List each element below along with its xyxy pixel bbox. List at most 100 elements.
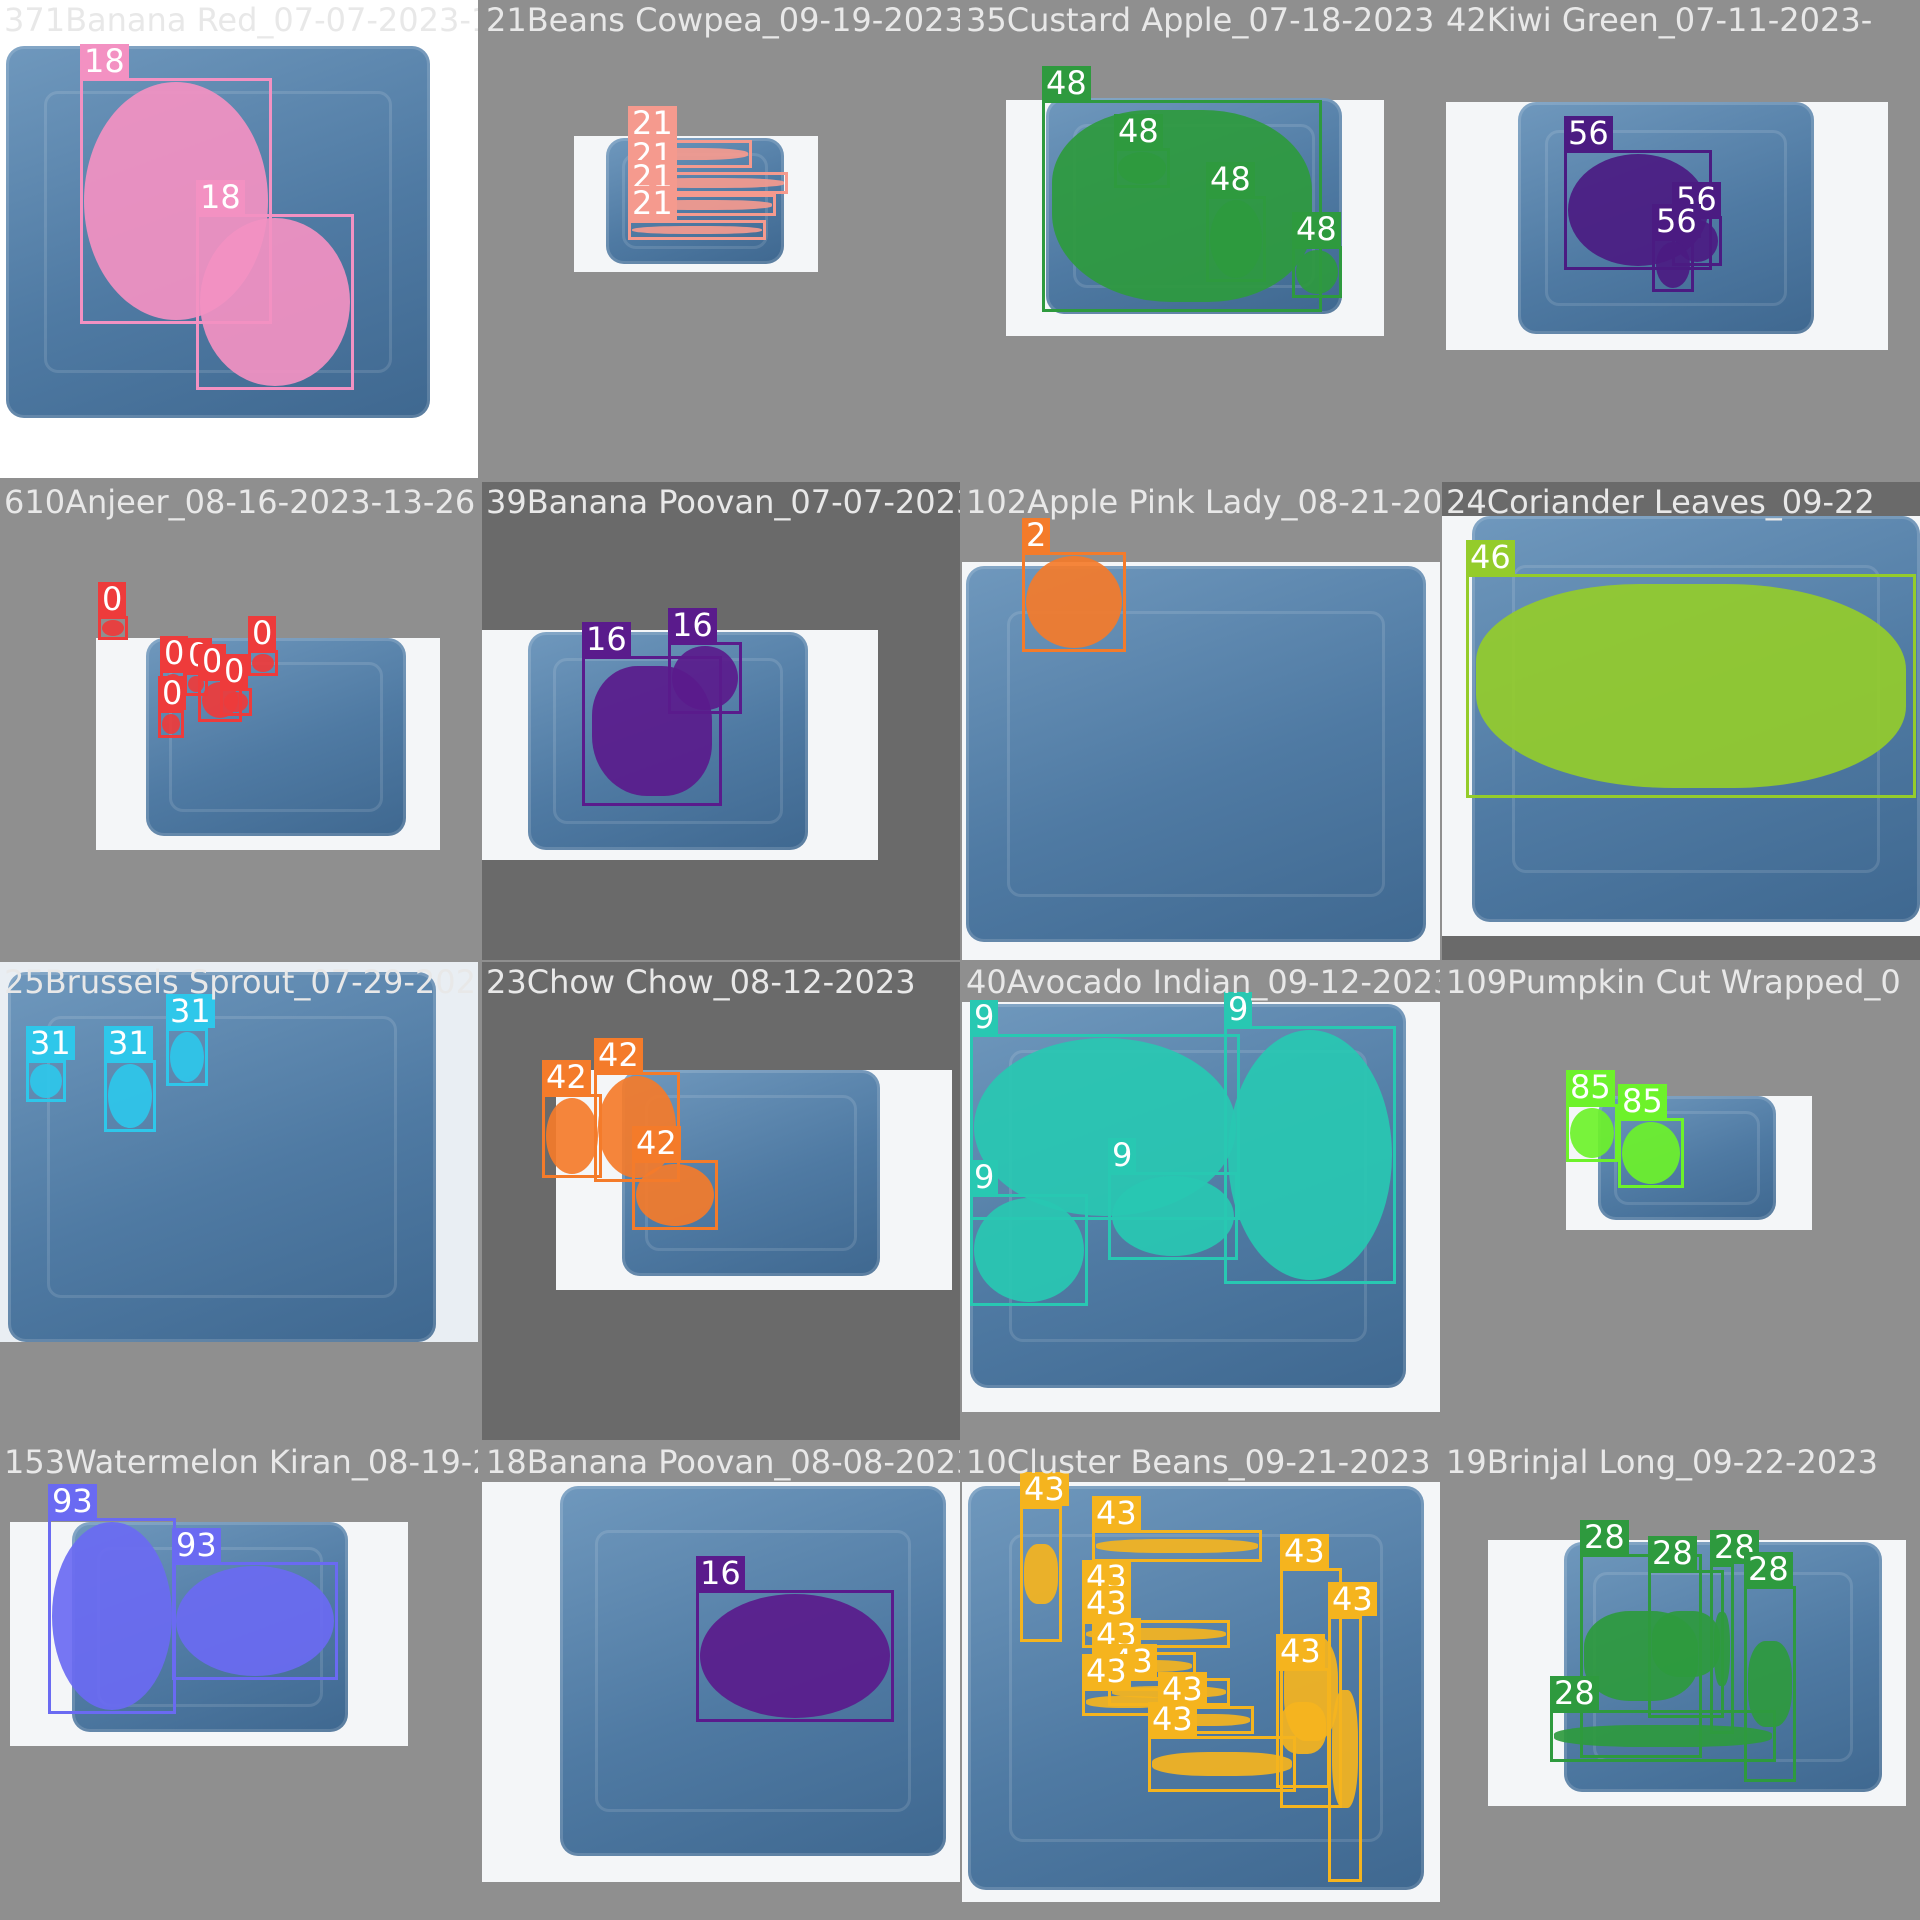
bounding-box xyxy=(628,220,766,240)
class-label-tag: 2 xyxy=(1022,518,1051,552)
tile-watermelon-kiran: 153Watermelon Kiran_08-19-2023 93 93 xyxy=(0,1442,478,1920)
tile-caption: 23Chow Chow_08-12-2023 xyxy=(486,963,916,1001)
class-label-tag: 16 xyxy=(582,622,631,656)
tile-caption: 18Banana Poovan_08-08-2023 xyxy=(486,1443,960,1481)
class-label-tag: 43 xyxy=(1082,1654,1131,1688)
class-label-tag: 48 xyxy=(1206,162,1255,196)
class-label-tag: 48 xyxy=(1114,114,1163,148)
tile-beans-cowpea: 21Beans Cowpea_09-19-2023 21 21 21 21 xyxy=(482,0,960,478)
bounding-box xyxy=(1022,552,1126,652)
bounding-box xyxy=(166,1028,208,1086)
class-label-tag: 0 xyxy=(248,616,277,650)
class-label-tag: 0 xyxy=(220,654,249,688)
bounding-box xyxy=(1020,1506,1062,1642)
tile-caption: 153Watermelon Kiran_08-19-2023 xyxy=(4,1443,478,1481)
class-label-tag: 93 xyxy=(48,1484,97,1518)
class-label-tag: 56 xyxy=(1652,204,1701,238)
class-label-tag: 0 xyxy=(98,582,127,616)
class-label-tag: 42 xyxy=(542,1060,591,1094)
tile-anjeer: 610Anjeer_08-16-2023-13-26 0000000 xyxy=(0,482,478,960)
class-label-tag: 21 xyxy=(628,106,677,140)
class-label-tag: 9 xyxy=(970,1160,999,1194)
tile-coriander-leaves: 24Coriander Leaves_09-22 46 xyxy=(1442,482,1920,960)
class-label-tag: 28 xyxy=(1648,1536,1697,1570)
class-label-tag: 16 xyxy=(668,608,717,642)
class-label-tag: 31 xyxy=(104,1026,153,1060)
bounding-box xyxy=(1206,196,1266,282)
bounding-box xyxy=(970,1194,1088,1306)
bounding-box xyxy=(1292,246,1342,298)
bounding-box xyxy=(98,616,128,640)
bounding-box xyxy=(48,1518,176,1714)
detection-mosaic: 371Banana Red_07-07-2023-12-20-30.70 18 1… xyxy=(0,0,1920,1920)
tile-custard-apple: 35Custard Apple_07-18-2023 48 48 48 48 xyxy=(962,0,1440,478)
tile-kiwi-green: 42Kiwi Green_07-11-2023- 56 56 56 xyxy=(1442,0,1920,478)
tile-cluster-beans: 10Cluster Beans_09-21-2023 43 43 43 43 43 43 4… xyxy=(962,1442,1440,1920)
class-label-tag: 18 xyxy=(80,44,129,78)
bounding-box xyxy=(1148,1736,1296,1792)
bounding-box xyxy=(1566,1104,1618,1162)
bounding-box xyxy=(1710,1564,1734,1734)
tile-banana-poovan: 39Banana Poovan_07-07-2023 16 16 xyxy=(482,482,960,960)
bounding-box xyxy=(668,642,742,714)
bounding-box xyxy=(1224,1026,1396,1284)
tile-caption: 40Avocado Indian_09-12-2023 xyxy=(966,963,1440,1001)
bounding-box xyxy=(1276,1668,1330,1788)
tile-caption: 25Brussels Sprout_07-29-2023 xyxy=(4,963,478,1001)
class-label-tag: 48 xyxy=(1292,212,1341,246)
class-label-tag: 42 xyxy=(594,1038,643,1072)
bounding-box xyxy=(172,1562,338,1680)
class-label-tag: 48 xyxy=(1042,66,1091,100)
tile-caption: 35Custard Apple_07-18-2023 xyxy=(966,1,1435,39)
class-label-tag: 43 xyxy=(1280,1534,1329,1568)
class-label-tag: 9 xyxy=(970,1000,999,1034)
tile-chow-chow: 23Chow Chow_08-12-2023 42 42 42 xyxy=(482,962,960,1440)
bounding-box xyxy=(696,1590,894,1722)
class-label-tag: 31 xyxy=(26,1026,75,1060)
tile-caption: 21Beans Cowpea_09-19-2023 xyxy=(486,1,960,39)
bounding-box xyxy=(1328,1616,1362,1882)
class-label-tag: 85 xyxy=(1566,1070,1615,1104)
tile-avocado-indian: 40Avocado Indian_09-12-2023 9999 xyxy=(962,962,1440,1440)
bounding-box xyxy=(1108,1172,1238,1260)
tile-caption: 24Coriander Leaves_09-22 xyxy=(1446,483,1875,521)
bounding-box xyxy=(632,1160,718,1230)
bounding-box xyxy=(1042,100,1322,312)
class-label-tag: 93 xyxy=(172,1528,221,1562)
bounding-box xyxy=(104,1060,156,1132)
tile-caption: 39Banana Poovan_07-07-2023 xyxy=(486,483,960,521)
bounding-box xyxy=(1114,148,1170,188)
bounding-box xyxy=(220,688,252,716)
class-label-tag: 18 xyxy=(196,180,245,214)
class-label-tag: 56 xyxy=(1564,116,1613,150)
bounding-box xyxy=(26,1060,66,1102)
class-label-tag: 28 xyxy=(1744,1552,1793,1586)
class-label-tag: 28 xyxy=(1580,1520,1629,1554)
tile-caption: 371Banana Red_07-07-2023-12-20-30.70 xyxy=(4,1,478,39)
class-label-tag: 28 xyxy=(1550,1676,1599,1710)
class-label-tag: 42 xyxy=(632,1126,681,1160)
bounding-box xyxy=(1618,1118,1684,1188)
class-label-tag: 0 xyxy=(158,676,187,710)
tile-caption: 10Cluster Beans_09-21-2023 xyxy=(966,1443,1431,1481)
tile-banana-poovan-2: 18Banana Poovan_08-08-2023 16 xyxy=(482,1442,960,1920)
bounding-box xyxy=(248,650,278,676)
bounding-box xyxy=(1652,238,1694,292)
class-label-tag: 43 xyxy=(1092,1496,1141,1530)
tile-brussels-sprout: 25Brussels Sprout_07-29-2023 31 31 31 xyxy=(0,962,478,1440)
tile-banana-red: 371Banana Red_07-07-2023-12-20-30.70 18 1… xyxy=(0,0,478,478)
bounding-box xyxy=(196,214,354,390)
class-label-tag: 85 xyxy=(1618,1084,1667,1118)
class-label-tag: 16 xyxy=(696,1556,745,1590)
tile-caption: 102Apple Pink Lady_08-21-2023 xyxy=(966,483,1440,521)
tile-caption: 19Brinjal Long_09-22-2023 xyxy=(1446,1443,1878,1481)
class-label-tag: 21 xyxy=(628,186,677,220)
tile-caption: 42Kiwi Green_07-11-2023- xyxy=(1446,1,1873,39)
tile-caption: 109Pumpkin Cut Wrapped_0 xyxy=(1446,963,1901,1001)
class-label-tag: 46 xyxy=(1466,540,1515,574)
class-label-tag: 43 xyxy=(1148,1702,1197,1736)
class-label-tag: 43 xyxy=(1328,1582,1377,1616)
bounding-box xyxy=(1550,1710,1776,1762)
bounding-box xyxy=(542,1094,602,1178)
tile-brinjal-long: 19Brinjal Long_09-22-2023 28 28 28 28 28 xyxy=(1442,1442,1920,1920)
